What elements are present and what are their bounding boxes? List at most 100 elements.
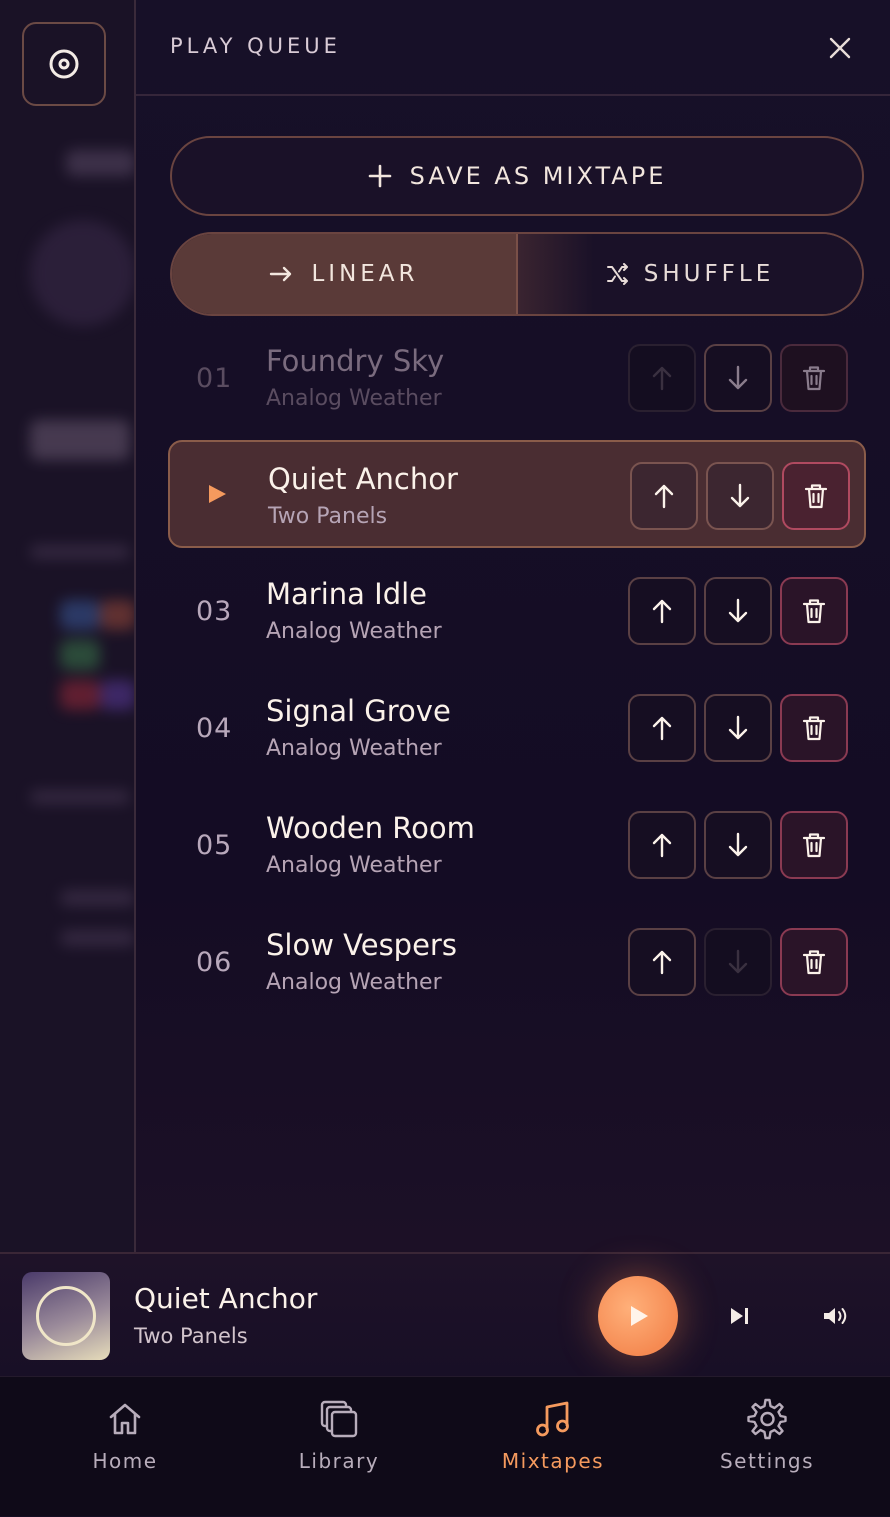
panel-header: PLAY QUEUE bbox=[136, 0, 890, 96]
move-down-button[interactable] bbox=[704, 694, 772, 762]
move-up-button[interactable] bbox=[628, 694, 696, 762]
plus-icon bbox=[368, 164, 391, 188]
track-number: 01 bbox=[196, 362, 233, 394]
move-down-button[interactable] bbox=[704, 811, 772, 879]
remove-track-button[interactable] bbox=[780, 344, 848, 412]
arrow-up-icon bbox=[652, 950, 672, 975]
track-number: 06 bbox=[196, 946, 233, 978]
move-up-button[interactable] bbox=[628, 928, 696, 996]
track-title: Wooden Room bbox=[266, 811, 475, 845]
queue-track[interactable]: 03 Marina Idle Analog Weather bbox=[168, 557, 866, 665]
move-down-button[interactable] bbox=[704, 344, 772, 412]
track-title: Slow Vespers bbox=[266, 928, 457, 962]
move-up-button[interactable] bbox=[630, 462, 698, 530]
play-icon bbox=[631, 1306, 648, 1326]
player-track-title: Quiet Anchor bbox=[134, 1282, 318, 1315]
track-title: Foundry Sky bbox=[266, 344, 445, 378]
shuffle-mode-label: SHUFFLE bbox=[643, 261, 775, 287]
track-artist: Analog Weather bbox=[266, 853, 442, 878]
queue-track[interactable]: 05 Wooden Room Analog Weather bbox=[168, 791, 866, 899]
album-art-ring bbox=[36, 1286, 96, 1346]
arrow-down-icon bbox=[728, 598, 748, 623]
arrow-down-icon bbox=[728, 832, 748, 857]
track-number: 04 bbox=[196, 712, 233, 744]
trash-icon bbox=[804, 484, 828, 509]
background-app bbox=[0, 0, 136, 1252]
queue-track: 01 Foundry Sky Analog Weather bbox=[168, 324, 866, 432]
remove-track-button[interactable] bbox=[780, 577, 848, 645]
app-logo-button[interactable] bbox=[22, 22, 106, 106]
skip-next-button[interactable] bbox=[722, 1298, 758, 1334]
arrow-up-icon bbox=[652, 366, 672, 391]
linear-mode-label: LINEAR bbox=[311, 261, 419, 287]
remove-track-button[interactable] bbox=[780, 811, 848, 879]
arrow-up-icon bbox=[652, 716, 672, 741]
album-art[interactable] bbox=[22, 1272, 110, 1360]
save-as-mixtape-button[interactable]: SAVE AS MIXTAPE bbox=[170, 136, 864, 216]
remove-track-button[interactable] bbox=[782, 462, 850, 530]
now-playing-indicator bbox=[206, 442, 228, 546]
track-artist: Analog Weather bbox=[266, 619, 442, 644]
move-up-button[interactable] bbox=[628, 577, 696, 645]
arrow-right-icon bbox=[270, 266, 292, 282]
panel-title: PLAY QUEUE bbox=[170, 34, 341, 58]
arrow-down-icon bbox=[728, 365, 748, 390]
move-down-button[interactable] bbox=[706, 462, 774, 530]
nav-label-library: Library bbox=[298, 1449, 380, 1473]
library-icon bbox=[320, 1400, 358, 1438]
remove-track-button[interactable] bbox=[780, 694, 848, 762]
track-artist: Analog Weather bbox=[266, 386, 442, 411]
shuffle-mode-button[interactable]: SHUFFLE bbox=[518, 234, 862, 314]
player-track-artist: Two Panels bbox=[134, 1324, 248, 1348]
nav-item-library[interactable]: Library bbox=[232, 1377, 446, 1517]
arrow-down-icon bbox=[728, 949, 748, 974]
track-artist: Analog Weather bbox=[266, 970, 442, 995]
gear-icon bbox=[747, 1398, 787, 1440]
volume-button[interactable] bbox=[818, 1298, 854, 1334]
arrow-up-icon bbox=[652, 599, 672, 624]
home-icon bbox=[109, 1403, 141, 1435]
queue-track[interactable]: 06 Slow Vespers Analog Weather bbox=[168, 908, 866, 1016]
track-artist: Analog Weather bbox=[266, 736, 442, 761]
skip-next-icon bbox=[731, 1308, 748, 1324]
remove-track-button[interactable] bbox=[780, 928, 848, 996]
queue-track-now-playing[interactable]: Quiet Anchor Two Panels bbox=[168, 440, 866, 548]
trash-icon bbox=[802, 366, 826, 391]
mini-player: Quiet Anchor Two Panels bbox=[0, 1252, 890, 1376]
linear-mode-button[interactable]: LINEAR bbox=[172, 234, 518, 314]
nav-item-settings[interactable]: Settings bbox=[660, 1377, 874, 1517]
arrow-up-icon bbox=[654, 484, 674, 509]
music-note-icon bbox=[536, 1401, 569, 1437]
volume-icon bbox=[824, 1308, 847, 1324]
nav-item-mixtapes[interactable]: Mixtapes bbox=[446, 1377, 660, 1517]
track-title: Signal Grove bbox=[266, 694, 451, 728]
track-title: Marina Idle bbox=[266, 577, 428, 611]
arrow-down-icon bbox=[728, 715, 748, 740]
arrow-down-icon bbox=[730, 483, 750, 508]
trash-icon bbox=[802, 599, 826, 624]
move-up-button[interactable] bbox=[628, 811, 696, 879]
nav-label-home: Home bbox=[92, 1449, 158, 1473]
close-button[interactable] bbox=[822, 30, 858, 66]
nav-item-home[interactable]: Home bbox=[18, 1377, 232, 1517]
blurred-content bbox=[0, 0, 136, 1252]
move-down-button[interactable] bbox=[704, 577, 772, 645]
move-up-button[interactable] bbox=[628, 344, 696, 412]
move-down-button[interactable] bbox=[704, 928, 772, 996]
playback-mode-toggle: LINEAR SHUFFLE bbox=[170, 232, 864, 316]
track-title: Quiet Anchor bbox=[268, 462, 458, 496]
shuffle-icon bbox=[606, 263, 628, 285]
trash-icon bbox=[802, 833, 826, 858]
play-queue-panel: PLAY QUEUE SAVE AS MIXTAPE LINEAR SHUFFL… bbox=[134, 0, 890, 1252]
play-button[interactable] bbox=[598, 1276, 678, 1356]
track-number: 03 bbox=[196, 595, 233, 627]
nav-label-settings: Settings bbox=[719, 1449, 815, 1473]
trash-icon bbox=[802, 716, 826, 741]
track-artist: Two Panels bbox=[268, 504, 388, 529]
queue-track[interactable]: 04 Signal Grove Analog Weather bbox=[168, 674, 866, 782]
track-number: 05 bbox=[196, 829, 233, 861]
disc-icon bbox=[49, 49, 79, 79]
trash-icon bbox=[802, 950, 826, 975]
nav-label-mixtapes: Mixtapes bbox=[501, 1449, 605, 1473]
arrow-up-icon bbox=[652, 833, 672, 858]
